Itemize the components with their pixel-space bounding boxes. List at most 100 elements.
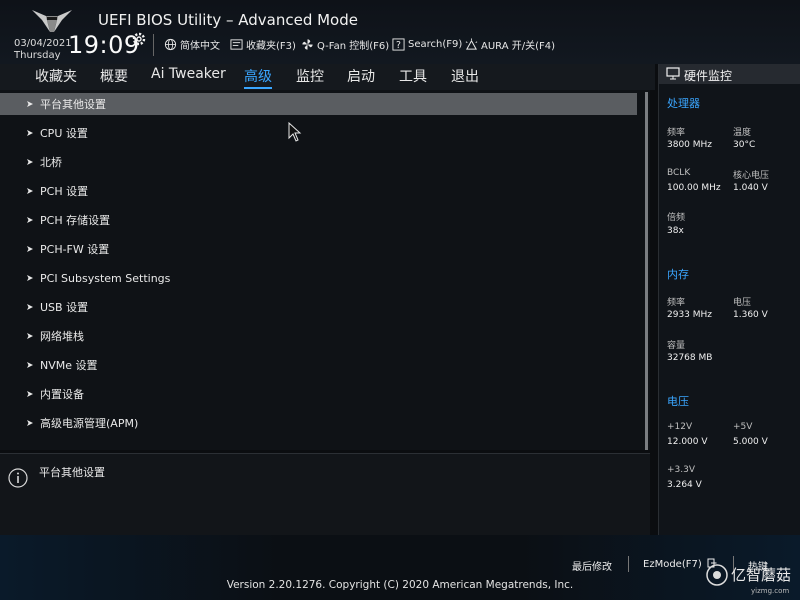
bclk-value: 100.00 MHz [667, 183, 721, 193]
favorites-icon [230, 38, 243, 50]
tab-boot[interactable]: 启动 [347, 66, 375, 86]
menu-item-network-stack[interactable]: 网络堆栈 [0, 325, 637, 347]
help-info-bar: 平台其他设置 [0, 453, 650, 536]
menu-item-label: 网络堆栈 [40, 330, 84, 343]
tab-exit[interactable]: 退出 [451, 66, 479, 86]
date-display: 03/04/2021 Thursday [14, 38, 72, 62]
weekday-text: Thursday [14, 50, 61, 61]
version-text: Version 2.20.1276. Copyright (C) 2020 Am… [226, 579, 574, 591]
menu-item-label: NVMe 设置 [40, 359, 98, 372]
tab-favorites[interactable]: 收藏夹 [35, 66, 77, 86]
menu-item-apm[interactable]: 高级电源管理(APM) [0, 412, 637, 434]
search-button[interactable]: ? Search(F9) [392, 37, 462, 51]
gear-icon[interactable] [131, 31, 147, 47]
menu-item-label: CPU 设置 [40, 127, 88, 140]
monitor-icon [666, 67, 680, 80]
fan-icon [302, 38, 313, 50]
tab-main[interactable]: 概要 [100, 66, 128, 86]
menu-item-usb[interactable]: USB 设置 [0, 296, 637, 318]
globe-icon [164, 38, 177, 50]
menu-item-label: 北桥 [40, 156, 62, 169]
tab-monitor[interactable]: 监控 [296, 66, 324, 86]
advanced-menu-list: 平台其他设置 CPU 设置 北桥 PCH 设置 PCH 存储设置 PCH-FW … [0, 90, 650, 450]
tuf-logo-icon [32, 10, 72, 32]
hardware-monitor-title: 硬件监控 [684, 69, 733, 83]
menu-item-pci-subsystem[interactable]: PCI Subsystem Settings [0, 267, 637, 289]
menu-item-pch[interactable]: PCH 设置 [0, 180, 637, 202]
chevron-right-icon [27, 362, 33, 368]
language-button[interactable]: 简体中文 [164, 37, 220, 52]
menu-item-label: PCI Subsystem Settings [40, 271, 171, 285]
vcore-value: 1.040 V [733, 183, 768, 193]
hardware-monitor-panel: 硬件监控 处理器 频率 温度 3800 MHz 30°C BCLK 核心电压 1… [658, 64, 800, 535]
svg-text:?: ? [396, 40, 401, 51]
menu-item-northbridge[interactable]: 北桥 [0, 151, 637, 173]
search-label: Search(F9) [408, 38, 463, 50]
hardware-monitor-header: 硬件监控 [659, 64, 800, 84]
chevron-right-icon [27, 275, 33, 281]
last-modified-button[interactable]: 最后修改 [572, 558, 612, 573]
qfan-label: Q-Fan 控制(F6) [317, 40, 390, 52]
tab-tool[interactable]: 工具 [399, 66, 427, 86]
footer-divider [628, 556, 629, 572]
watermark-subtext: yizmg.com [751, 587, 789, 595]
chevron-right-icon [27, 188, 33, 194]
mem-freq-value: 2933 MHz [667, 310, 713, 320]
mem-capacity-value: 32768 MB [667, 353, 713, 363]
tab-advanced[interactable]: 高级 [244, 66, 272, 89]
chevron-right-icon [27, 391, 33, 397]
menu-item-label: USB 设置 [40, 301, 89, 314]
header-divider [153, 34, 154, 56]
chevron-right-icon [27, 159, 33, 165]
watermark-text: 亿智蘑菇 [731, 566, 791, 584]
cpu-temp-label: 温度 [733, 128, 752, 138]
watermark-logo: 亿智蘑菇 yizmg.com [706, 564, 791, 595]
favorites-label: 收藏夹(F3) [246, 40, 296, 52]
chevron-right-icon [27, 333, 33, 339]
date-text: 03/04/2021 [14, 38, 72, 49]
menu-item-onboard-devices[interactable]: 内置设备 [0, 383, 637, 405]
menu-item-platform-misc[interactable]: 平台其他设置 [0, 93, 637, 115]
ratio-value: 38x [667, 226, 684, 236]
menu-item-label: PCH 存储设置 [40, 214, 111, 227]
clock-time[interactable]: 19:09 [68, 31, 140, 59]
chevron-right-icon [27, 101, 33, 107]
menu-item-cpu[interactable]: CPU 设置 [0, 122, 637, 144]
main-tab-bar: 收藏夹 概要 Ai Tweaker 高级 监控 启动 工具 退出 [0, 64, 655, 90]
cpu-freq-label: 频率 [667, 128, 686, 138]
menu-item-pch-storage[interactable]: PCH 存储设置 [0, 209, 637, 231]
memory-section-title: 内存 [667, 268, 689, 281]
chevron-right-icon [27, 420, 33, 426]
ezmode-label: EzMode(F7) [643, 559, 702, 570]
search-help-icon: ? [392, 37, 405, 51]
mem-capacity-label: 容量 [667, 341, 686, 351]
mem-volt-value: 1.360 V [733, 310, 768, 320]
menu-item-nvme[interactable]: NVMe 设置 [0, 354, 637, 376]
help-description: 平台其他设置 [39, 466, 105, 479]
menu-item-label: 内置设备 [40, 388, 84, 401]
v12-value: 12.000 V [667, 437, 708, 447]
chevron-right-icon [27, 304, 33, 310]
cpu-temp-value: 30°C [733, 140, 756, 150]
favorites-button[interactable]: 收藏夹(F3) [230, 37, 296, 52]
menu-item-pch-fw[interactable]: PCH-FW 设置 [0, 238, 637, 260]
menu-item-label: PCH-FW 设置 [40, 243, 110, 256]
v5-label: +5V [733, 422, 753, 432]
cpu-freq-value: 3800 MHz [667, 140, 713, 150]
qfan-button[interactable]: Q-Fan 控制(F6) [301, 37, 390, 52]
chevron-right-icon [27, 130, 33, 136]
bclk-label: BCLK [667, 168, 691, 178]
menu-scrollbar[interactable] [645, 92, 648, 450]
aura-icon [465, 37, 478, 50]
menu-item-label: 高级电源管理(APM) [40, 417, 139, 430]
aura-label: AURA 开/关(F4) [481, 40, 556, 52]
vcore-label: 核心电压 [733, 171, 770, 181]
chevron-right-icon [27, 246, 33, 252]
tab-ai-tweaker[interactable]: Ai Tweaker [151, 66, 226, 82]
info-icon [8, 468, 28, 488]
app-title: UEFI BIOS Utility – Advanced Mode [98, 11, 358, 29]
aura-button[interactable]: AURA 开/关(F4) [465, 37, 556, 52]
mem-freq-label: 频率 [667, 298, 686, 308]
v5-value: 5.000 V [733, 437, 768, 447]
mouse-cursor-icon [288, 122, 302, 142]
